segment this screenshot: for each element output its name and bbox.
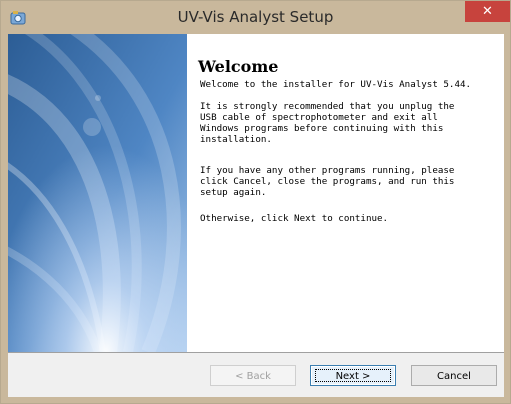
back-button[interactable]: < Back [210, 365, 296, 386]
close-icon: ✕ [482, 4, 493, 19]
cancel-button[interactable]: Cancel [411, 365, 497, 386]
close-button[interactable]: ✕ [465, 1, 510, 22]
continue-instruction-text: Otherwise, click Next to continue. [200, 213, 389, 224]
window-title: UV-Vis Analyst Setup [177, 8, 334, 26]
next-button-label: Next > [335, 371, 371, 382]
title-bar[interactable]: UV-Vis Analyst Setup ✕ [1, 1, 510, 34]
cancel-button-label: Cancel [437, 371, 471, 382]
close-programs-text: If you have any other programs running, … [200, 165, 455, 198]
installer-window: UV-Vis Analyst Setup ✕ Welcome Welcome t… [0, 0, 511, 404]
client-area: Welcome Welcome to the installer for UV-… [8, 34, 504, 397]
next-button[interactable]: Next > [310, 365, 396, 386]
page-title: Welcome [198, 57, 279, 76]
button-bar: < Back Next > Cancel [8, 352, 504, 397]
banner-graphic [8, 34, 187, 352]
back-button-label: < Back [235, 371, 271, 382]
side-banner-image [8, 34, 187, 352]
usb-warning-text: It is strongly recommended that you unpl… [200, 101, 455, 145]
intro-text: Welcome to the installer for UV-Vis Anal… [200, 79, 472, 90]
welcome-panel: Welcome Welcome to the installer for UV-… [187, 34, 504, 352]
